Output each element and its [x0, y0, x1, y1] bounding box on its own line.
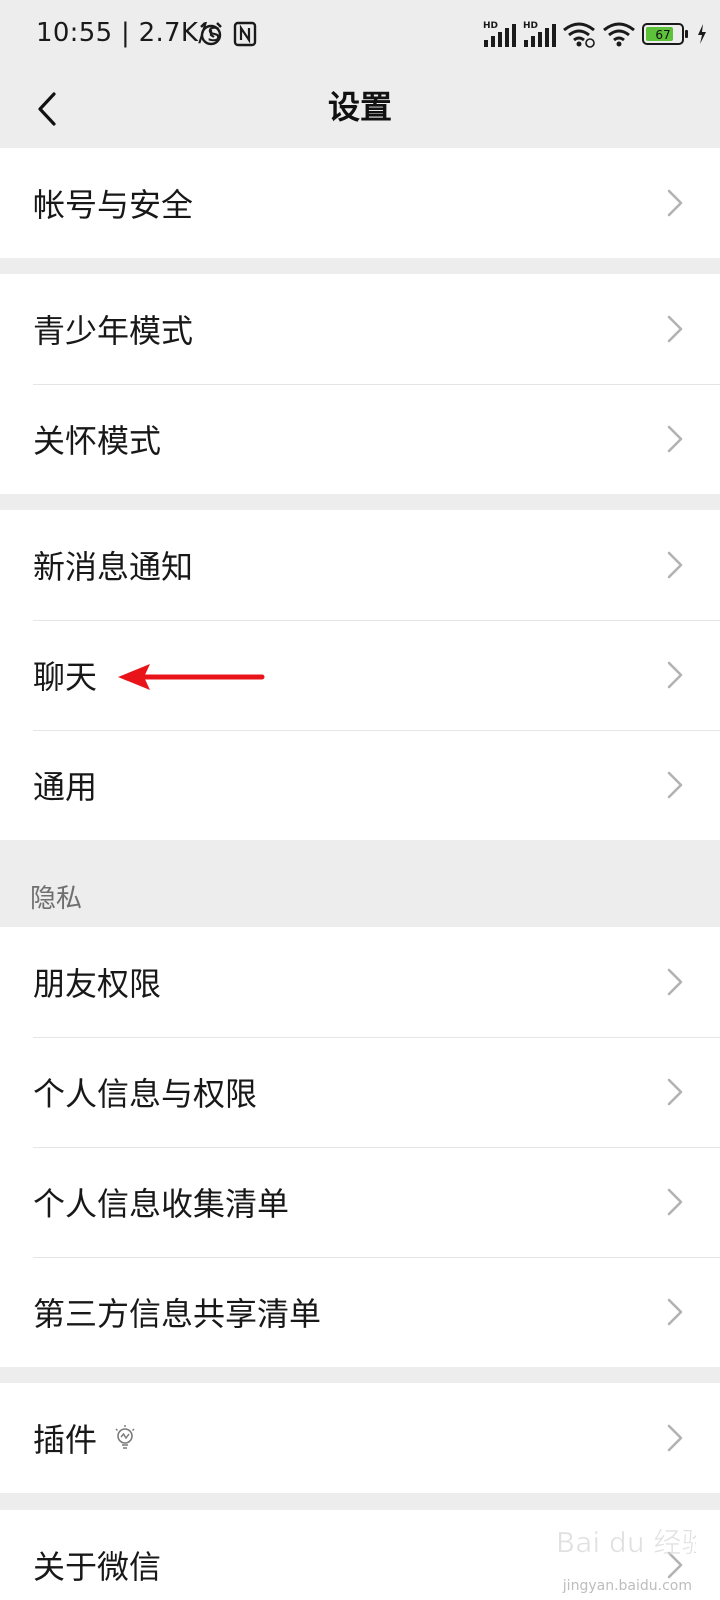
settings-item-label: 通用 [33, 768, 98, 806]
status-bar: 10:55 | 2.7K/s HD HD 67 [0, 0, 720, 70]
settings-item-label: 青少年模式 [33, 312, 194, 350]
wifi-icon-2 [603, 22, 635, 47]
chevron-right-icon [667, 315, 683, 343]
settings-item-personal-info-permissions[interactable]: 个人信息与权限 [0, 1037, 720, 1147]
settings-item-general[interactable]: 通用 [0, 730, 720, 840]
settings-item-label: 聊天 [33, 658, 98, 696]
watermark-brand: Bai du 经验 [556, 1526, 696, 1559]
chevron-right-icon [667, 1078, 683, 1106]
settings-item-info-collection-list[interactable]: 个人信息收集清单 [0, 1147, 720, 1257]
settings-item-label: 关于微信 [33, 1548, 162, 1586]
privacy-group-header: 隐私 [30, 884, 83, 914]
alarm-icon [200, 22, 222, 46]
lightbulb-icon [115, 1425, 135, 1449]
settings-item-account-security[interactable]: 帐号与安全 [0, 148, 720, 258]
settings-item-friend-permissions[interactable]: 朋友权限 [0, 927, 720, 1037]
section-general: 新消息通知 聊天 通用 [0, 510, 720, 840]
wifi-icon [563, 22, 595, 48]
chevron-right-icon [667, 1298, 683, 1326]
settings-item-label: 关怀模式 [33, 422, 162, 460]
chevron-right-icon [667, 968, 683, 996]
status-time: 10:55 | 2.7K/s [36, 18, 222, 48]
battery-icon: 67 [642, 23, 688, 45]
section-modes: 青少年模式 关怀模式 [0, 274, 720, 494]
settings-item-notifications[interactable]: 新消息通知 [0, 510, 720, 620]
charging-icon [698, 24, 706, 44]
chevron-right-icon [667, 425, 683, 453]
chevron-right-icon [667, 1424, 683, 1452]
settings-item-label: 个人信息收集清单 [33, 1185, 290, 1223]
settings-item-label: 第三方信息共享清单 [33, 1295, 322, 1333]
battery-level: 67 [655, 28, 670, 42]
signal-hd-label: HD [483, 21, 498, 31]
section-privacy: 朋友权限 个人信息与权限 个人信息收集清单 第三方信息共享清单 [0, 927, 720, 1367]
baidu-watermark-logo: Bai du 经验 [556, 1526, 696, 1560]
signal-icon-2: HD [523, 21, 556, 47]
section-account: 帐号与安全 [0, 148, 720, 258]
settings-item-chat[interactable]: 聊天 [0, 620, 720, 730]
settings-item-label: 朋友权限 [33, 965, 162, 1003]
status-icons: HD HD 67 [482, 16, 708, 52]
settings-item-label: 新消息通知 [33, 548, 194, 586]
chevron-right-icon [667, 189, 683, 217]
chevron-right-icon [667, 771, 683, 799]
chevron-right-icon [667, 551, 683, 579]
annotation-arrow-icon [118, 664, 265, 690]
settings-item-label: 个人信息与权限 [33, 1075, 258, 1113]
signal-icon: HD [483, 21, 516, 47]
settings-item-youth-mode[interactable]: 青少年模式 [0, 274, 720, 384]
chevron-right-icon [667, 661, 683, 689]
settings-item-care-mode[interactable]: 关怀模式 [0, 384, 720, 494]
nav-bar: 设置 [0, 70, 720, 148]
chevron-right-icon [667, 1188, 683, 1216]
settings-item-plugins[interactable]: 插件 [0, 1383, 720, 1493]
page-title: 设置 [327, 88, 392, 126]
nfc-icon [233, 21, 257, 47]
settings-item-third-party-sharing-list[interactable]: 第三方信息共享清单 [0, 1257, 720, 1367]
watermark-url: jingyan.baidu.com [562, 1578, 692, 1594]
settings-item-label: 插件 [33, 1421, 98, 1459]
signal-hd-label-2: HD [523, 21, 538, 31]
settings-item-label: 帐号与安全 [33, 186, 194, 224]
section-plugins: 插件 [0, 1383, 720, 1493]
